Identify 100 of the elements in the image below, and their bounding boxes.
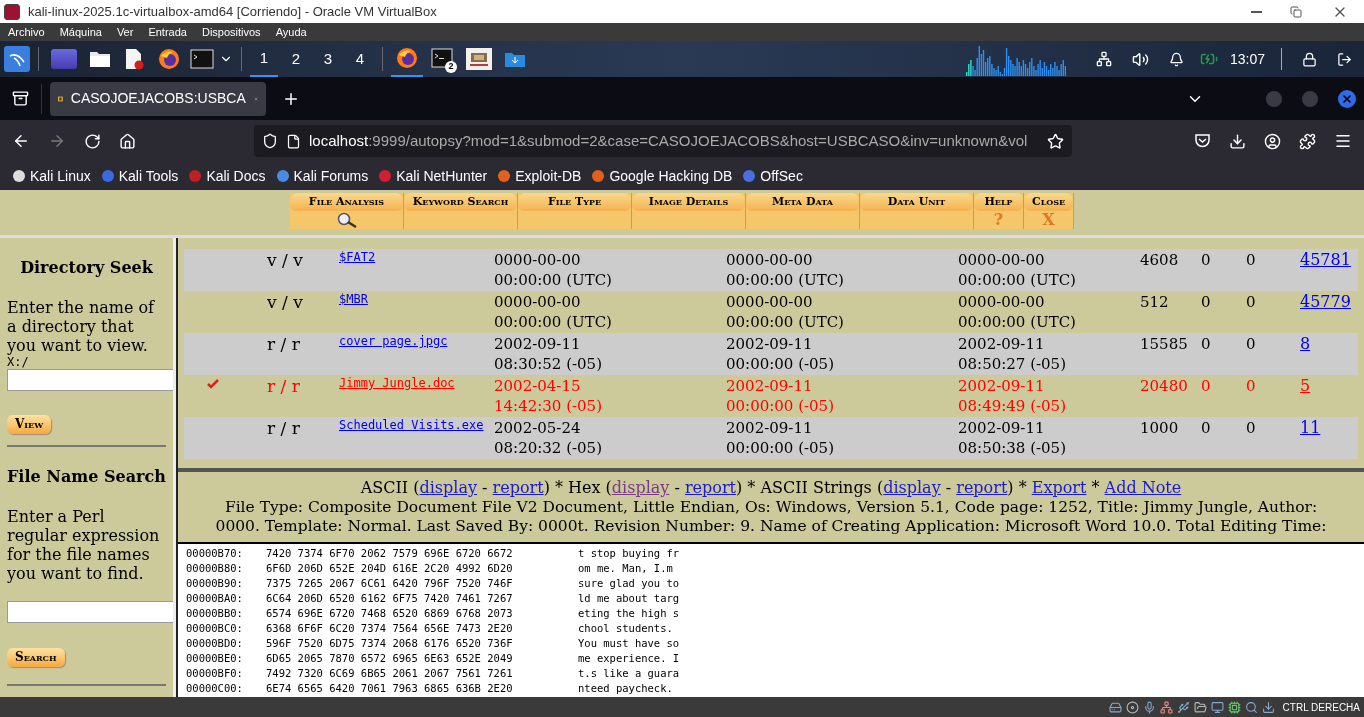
mode-link[interactable]: display [611,478,670,497]
logout-icon[interactable] [1337,51,1352,67]
browser-tab[interactable]: CASOJOEJACOBS:USBCA [50,81,266,116]
date-cell-text: 0000-00-00 00:00:00 (UTC) [726,250,845,291]
menu-item[interactable]: Ver [116,23,134,41]
hex-bytes: 7492 7320 6C69 6B65 2061 2067 7561 7261 [266,666,514,681]
close-window-button[interactable] [1338,89,1356,108]
nav-tab[interactable]: Close X [1024,193,1074,229]
date-cell-text: 2002-09-11 00:00:00 (-05) [726,418,835,459]
audio-icon[interactable] [1142,700,1156,714]
minimize-icon [1250,10,1262,13]
search-icon[interactable] [1244,700,1258,714]
taskbar-button[interactable]: 2 [427,41,459,77]
url-text: localhost:9999/autopsy?mod=1&submod=2&case=CASOJOEJACOBS&host=USBCASO&inv=unknown&vol [309,130,1029,151]
account-icon[interactable] [1264,132,1281,150]
meta-link[interactable]: 45779 [1300,292,1358,312]
pocket-icon[interactable] [1194,133,1211,149]
meta-link[interactable]: 8 [1300,334,1358,354]
file-name-input[interactable] [7,601,173,623]
hex-bytes: 7375 7265 2067 6C61 6420 796F 7520 746F [266,576,514,591]
volume-icon[interactable] [1131,50,1149,68]
extensions-icon[interactable] [1299,132,1316,150]
clock[interactable]: 13:07 [1229,48,1265,70]
bookmark-item[interactable]: OffSec [742,165,803,187]
date-cell-text: 0000-00-00 00:00:00 (UTC) [958,292,1077,333]
display-icon[interactable] [1210,700,1224,714]
window-title: kali-linux-2025.1c-virtualbox-amd64 [Corriendo] - Oracle VM VirtualBox [28,2,438,21]
usb-icon[interactable] [1176,700,1190,714]
mode-link[interactable]: Export [1031,478,1087,497]
workspace-button[interactable]: 4 [346,41,374,77]
hex-bytes: 6574 696E 6720 7468 6520 6869 6768 2073 [266,606,514,621]
meta-link[interactable]: 11 [1300,418,1358,438]
size-cell-text: 4608 [1140,250,1180,271]
hex-offset: 00000BE0: [186,651,244,666]
tab-glyph: ? [993,212,1004,228]
mode-link[interactable]: report [684,478,736,497]
shared-folder-icon[interactable] [1193,700,1207,714]
file-name-link[interactable]: $FAT2 [339,250,494,265]
file-name-link[interactable]: Scheduled Visits.exe [339,418,494,433]
submit-button[interactable]: Search [7,647,65,667]
favicon-icon [591,169,606,183]
file-name-link[interactable]: cover page.jpgc [339,334,494,349]
bookmark-item[interactable]: Kali Forums [275,165,369,187]
network-status-icon[interactable] [1159,700,1173,714]
ascii-text: me experience. I [578,651,680,666]
nav-tab[interactable]: Keyword Search [404,193,518,229]
menu-item[interactable]: Entrada [148,23,187,41]
mode-link[interactable]: Add Note [1104,478,1182,497]
reload-icon[interactable] [84,132,101,150]
nav-tab[interactable]: Image Details [632,193,746,229]
firefox-icon [396,47,418,69]
cpu-icon[interactable] [1227,700,1241,714]
mode-link[interactable]: report [492,478,544,497]
forward-icon[interactable] [48,132,66,150]
meta-link[interactable]: 45781 [1300,250,1358,270]
optical-drive-icon[interactable] [1125,700,1139,714]
menu-item[interactable]: Dispositivos [201,23,261,41]
back-icon[interactable] [12,132,30,150]
nav-tab[interactable]: File Type [518,193,632,229]
lock-icon[interactable] [1302,51,1317,67]
mode-link[interactable]: display [419,478,477,497]
tab-list-icon[interactable] [12,90,29,107]
url-field[interactable]: localhost:9999/autopsy?mod=1&submod=2&case=CASOJOEJACOBS&host=USBCASO&inv=unknown&vol [254,125,1072,157]
ascii-text: chool students. [578,621,673,636]
bookmark-item[interactable]: Kali Docs [188,165,266,187]
nav-tab[interactable]: Help ? [974,193,1024,229]
file-name-link[interactable]: $MBR [339,292,494,307]
bookmark-item[interactable]: Exploit-DB [497,165,582,187]
arrow-down-icon[interactable] [1261,700,1275,714]
download-icon[interactable] [1229,132,1246,150]
document-icon [124,48,144,70]
submit-button[interactable]: View [7,414,52,434]
nav-tab[interactable]: File Analysis [290,193,404,229]
bookmark-item[interactable]: Kali NetHunter [378,165,488,187]
workspace-button[interactable]: 2 [282,41,310,77]
bookmark-item[interactable]: Google Hacking DB [591,165,733,187]
table-cell-text: 0 [1201,376,1212,397]
nav-tab[interactable]: Data Unit [860,193,974,229]
mode-link[interactable]: report [956,478,1008,497]
kali-menu-button[interactable] [4,46,30,72]
nav-tab[interactable]: Meta Data [746,193,860,229]
directory-input[interactable] [7,369,173,391]
size-cell-text: 512 [1140,292,1170,313]
table-cell-text: 0 [1201,418,1212,439]
ascii-text: ld me about targ [578,591,680,606]
menu-item[interactable]: Ayuda [275,23,307,41]
network-icon[interactable] [1095,51,1112,67]
bookmark-item[interactable]: Kali Tools [100,165,179,187]
menu-icon[interactable] [1334,132,1352,150]
menu-item[interactable]: Máquina [59,23,102,41]
mode-link[interactable]: display [883,478,941,497]
workspace-button[interactable]: 3 [314,41,342,77]
file-info-text: File Type: Composite Document File V2 Document, Little Endian, Os: Windows, Version 5.1, Code page: 1252, Title: Jimmy Jungle, Author: [224,498,1318,517]
bookmark-item[interactable]: Kali Linux [12,165,91,187]
notifications-icon[interactable] [1168,51,1184,67]
terminal-launcher-button[interactable] [189,49,215,69]
home-icon[interactable] [119,132,136,150]
menu-item[interactable]: Archivo [8,23,45,41]
bookmark-star-icon[interactable] [1047,132,1064,150]
size-cell-text: 1000 [1140,418,1180,439]
